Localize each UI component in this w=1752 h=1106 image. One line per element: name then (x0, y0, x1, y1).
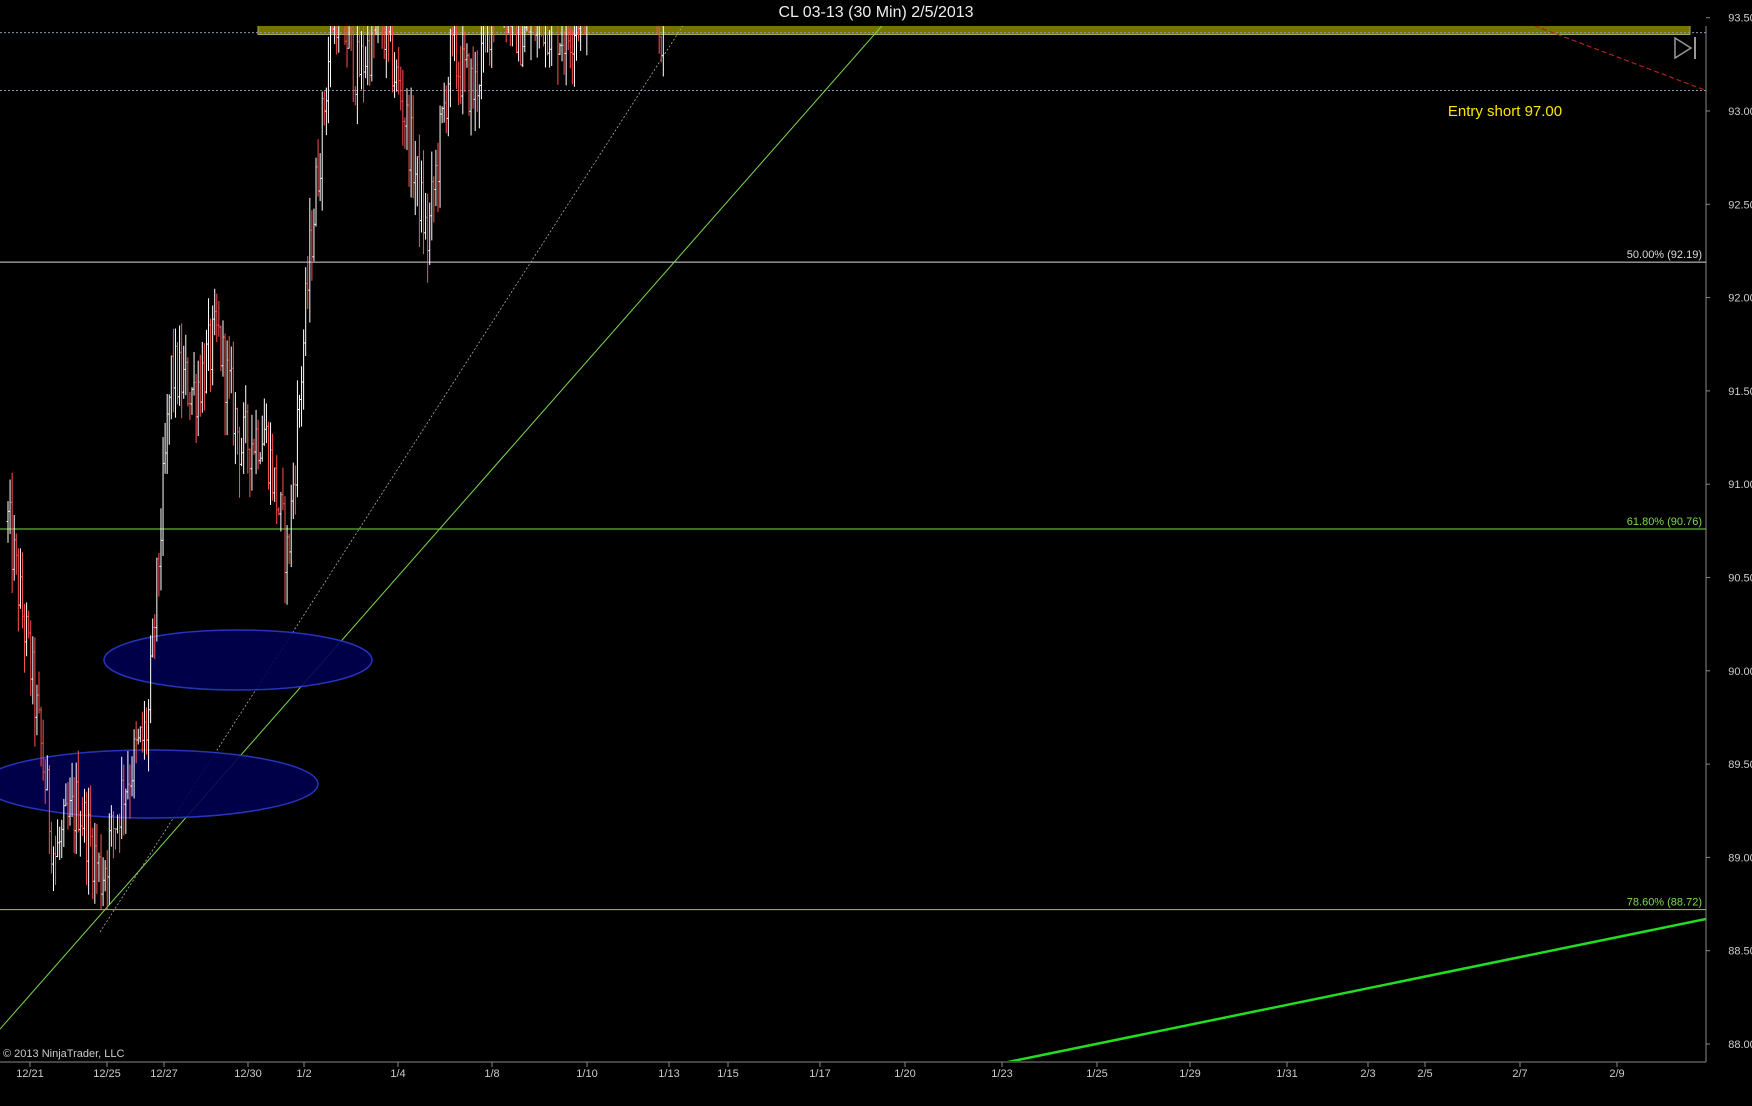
x-tick-label: 12/30 (234, 1068, 262, 1080)
support-resistance-zone (257, 26, 1691, 35)
fib-level-label: 50.00% (92.19) (1627, 249, 1702, 261)
x-tick-label: 1/4 (390, 1068, 405, 1080)
x-tick-label: 12/25 (93, 1068, 121, 1080)
entry-short-annotation: Entry short 97.00 (1448, 103, 1562, 120)
x-tick-label: 2/7 (1512, 1068, 1527, 1080)
time-axis: 12/21 12/25 12/27 12/30 1/2 1/4 1/8 1/10 1/13 1/1… (16, 1062, 1625, 1080)
y-tick-label: 93.50 (1728, 13, 1752, 25)
downtrend-line (1533, 26, 1706, 92)
fib-level-label: 78.60% (88.72) (1627, 897, 1702, 909)
zones-layer (257, 26, 1691, 35)
x-tick-label: 2/9 (1609, 1068, 1624, 1080)
x-tick-label: 2/3 (1360, 1068, 1375, 1080)
copyright-notice: © 2013 NinjaTrader, LLC (3, 1048, 124, 1060)
y-tick-label: 90.50 (1728, 573, 1752, 585)
fib-level-label: 61.80% (90.76) (1627, 516, 1702, 528)
y-tick-label: 90.00 (1728, 666, 1752, 678)
y-tick-label: 92.50 (1728, 199, 1752, 211)
y-tick-label: 91.50 (1728, 386, 1752, 398)
price-chart[interactable]: 1Buy S11Buy T1 88.00 88.50 89.00 89.50 90.00… (0, 0, 1752, 1106)
highlight-ellipse (103, 629, 373, 691)
lower-channel-line (1006, 917, 1706, 1061)
x-tick-label: 2/5 (1417, 1068, 1432, 1080)
x-tick-label: 12/21 (16, 1068, 44, 1080)
x-tick-label: 1/13 (658, 1068, 679, 1080)
x-tick-label: 1/29 (1179, 1068, 1200, 1080)
trendlines-layer (0, 26, 1706, 1061)
ellipses-layer (0, 629, 373, 819)
x-tick-label: 1/25 (1086, 1068, 1107, 1080)
y-tick-label: 89.50 (1728, 759, 1752, 771)
plot-area: 1Buy S11Buy T1 (0, 26, 1706, 1061)
x-tick-label: 1/10 (576, 1068, 597, 1080)
uptrend-line (0, 26, 883, 1030)
scroll-to-end-icon[interactable] (1674, 36, 1696, 60)
y-tick-label: 91.00 (1728, 479, 1752, 491)
price-axis: 88.00 88.50 89.00 89.50 90.00 90.50 91.00 91.50… (1706, 13, 1752, 1051)
x-tick-label: 1/2 (296, 1068, 311, 1080)
x-tick-label: 1/31 (1276, 1068, 1297, 1080)
x-tick-label: 1/8 (484, 1068, 499, 1080)
x-tick-label: 12/27 (150, 1068, 178, 1080)
y-tick-label: 88.00 (1728, 1039, 1752, 1051)
x-tick-label: 1/23 (991, 1068, 1012, 1080)
y-tick-label: 93.00 (1728, 106, 1752, 118)
y-tick-label: 88.50 (1728, 946, 1752, 958)
x-tick-label: 1/20 (894, 1068, 915, 1080)
y-tick-label: 92.00 (1728, 293, 1752, 305)
y-tick-label: 89.00 (1728, 852, 1752, 864)
x-tick-label: 1/15 (717, 1068, 738, 1080)
fib-labels: 38.20% (93.61)50.00% (92.19)61.80% (90.7… (1627, 249, 1702, 909)
x-tick-label: 1/17 (809, 1068, 830, 1080)
